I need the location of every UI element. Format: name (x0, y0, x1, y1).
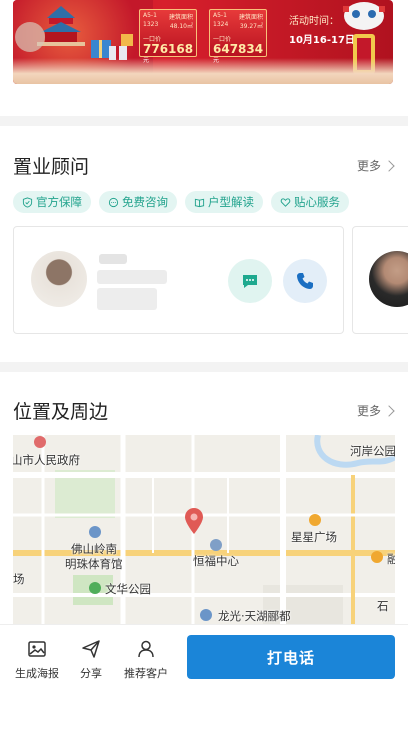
tag-label: 贴心服务 (294, 195, 340, 209)
map-label: 恒福中心 (193, 554, 239, 568)
tag-official-guarantee: 官方保障 (13, 191, 91, 213)
more-label: 更多 (356, 159, 381, 173)
bottom-action-bar: 生成海报 分享 推荐客户 打电话 (0, 624, 408, 736)
card-floor: 1324 (213, 21, 229, 28)
chat-bubble-icon (108, 197, 119, 207)
shield-check-icon (22, 196, 33, 208)
heart-icon (280, 197, 291, 207)
section-divider (0, 116, 408, 126)
map-label: 佛山岭南 (71, 542, 117, 556)
card-area: 48.10㎡ (169, 23, 193, 30)
card-floor: 1323 (143, 21, 159, 28)
building-icon (210, 539, 222, 551)
recommend-client-button[interactable]: 推荐客户 (121, 639, 171, 681)
shopping-icon (371, 551, 383, 563)
price-card-2: A5-1建筑面积 132439.27㎡ 一口价 647834元 (209, 9, 267, 64)
card-area-label: 建筑面积 (168, 14, 193, 21)
agent-card[interactable] (13, 226, 344, 334)
stadium-icon (89, 526, 101, 538)
call-button[interactable]: 打电话 (187, 635, 395, 679)
card-price: 776168 (143, 42, 194, 56)
map-label: 场 (13, 572, 25, 586)
share-button[interactable]: 分享 (66, 639, 116, 681)
chevron-right-icon (383, 404, 395, 417)
location-title: 位置及周边 (13, 401, 109, 423)
share-label: 分享 (80, 667, 102, 680)
user-icon (138, 640, 154, 658)
map-label: 文华公园 (105, 582, 151, 596)
banner-avatar (15, 22, 45, 52)
card-area-label: 建筑面积 (238, 14, 263, 21)
government-icon (34, 436, 46, 448)
agent-avatar (369, 251, 408, 307)
location-map[interactable]: 山市人民政府 河岸公园 佛山岭南 明珠体育馆 星星广场 恒福中心 文华公园 龙光… (13, 435, 395, 625)
section-divider (0, 362, 408, 372)
message-button[interactable] (228, 259, 272, 303)
map-label: 石 (377, 599, 389, 613)
location-pin-icon (185, 508, 203, 534)
card-area: 39.27㎡ (239, 23, 263, 30)
more-label: 更多 (356, 404, 381, 418)
book-icon (194, 198, 205, 207)
map-label: 龙光·天湖郦都 (218, 609, 291, 623)
generate-poster-button[interactable]: 生成海报 (12, 639, 62, 681)
promo-banner[interactable]: A5-1建筑面积 132348.10㎡ 一口价 776168元 A5-1建筑面积… (13, 0, 393, 84)
consultant-title: 置业顾问 (13, 156, 90, 178)
service-tags: 官方保障 免费咨询 户型解读 贴心服务 (13, 191, 349, 213)
location-more-link[interactable]: 更多 (356, 402, 395, 419)
banner-sand (13, 58, 393, 84)
image-icon (28, 641, 46, 657)
tag-caring-service: 贴心服务 (271, 191, 349, 213)
residence-icon (200, 609, 212, 621)
tag-label: 免费咨询 (122, 195, 168, 209)
map-label: 河岸公园 (350, 444, 395, 458)
map-label: 星星广场 (291, 530, 337, 544)
card-unit-label: A5-1 (143, 12, 157, 19)
agent-card[interactable] (352, 226, 408, 334)
message-icon (243, 275, 257, 288)
card-unit-label: A5-1 (213, 12, 227, 19)
recommend-label: 推荐客户 (124, 667, 168, 680)
map-label: 山市人民政府 (13, 453, 80, 467)
card-price: 647834 (213, 42, 264, 56)
chevron-right-icon (383, 159, 395, 172)
page: A5-1建筑面积 132348.10㎡ 一口价 776168元 A5-1建筑面积… (0, 0, 408, 736)
tag-floorplan: 户型解读 (185, 191, 263, 213)
paper-plane-icon (82, 640, 100, 658)
shopping-icon (309, 514, 321, 526)
map-label: 明珠体育馆 (65, 557, 123, 571)
map-label: 融 (387, 552, 395, 566)
tag-label: 官方保障 (36, 195, 82, 209)
poster-label: 生成海报 (15, 667, 59, 680)
tag-label: 户型解读 (208, 195, 254, 209)
phone-button[interactable] (283, 259, 327, 303)
agent-avatar (31, 251, 87, 307)
consultant-more-link[interactable]: 更多 (356, 157, 395, 174)
price-card-1: A5-1建筑面积 132348.10㎡ 一口价 776168元 (139, 9, 197, 64)
park-icon (89, 582, 101, 594)
tag-free-consult: 免费咨询 (99, 191, 177, 213)
agent-name-blurred (97, 252, 167, 312)
phone-icon (297, 273, 313, 289)
